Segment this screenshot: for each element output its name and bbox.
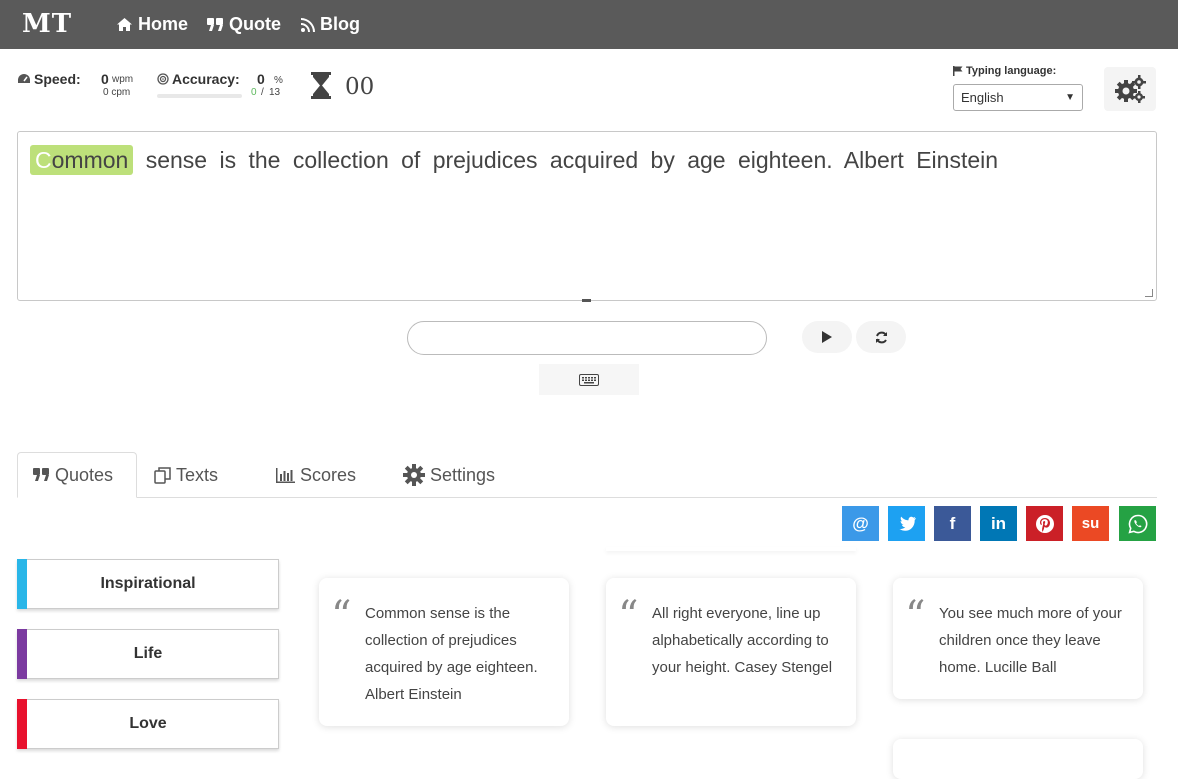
tab-settings-label: Settings xyxy=(430,464,496,485)
share-stumbleupon-button[interactable]: su xyxy=(1072,506,1109,541)
nav-blog-label: Blog xyxy=(320,14,360,34)
category-love[interactable]: Love xyxy=(17,699,279,749)
current-word-highlight: Common xyxy=(30,145,134,175)
typing-input[interactable] xyxy=(407,321,767,355)
speed-label: Speed: xyxy=(34,71,81,87)
select-caret-icon: ▼ xyxy=(1065,92,1075,103)
play-button[interactable] xyxy=(802,321,852,353)
accuracy-value: 0 xyxy=(257,71,265,87)
tab-quotes[interactable]: Quotes xyxy=(17,452,137,498)
accuracy-label: Accuracy: xyxy=(172,71,240,87)
nav-home[interactable]: Home xyxy=(116,14,188,35)
category-color-stripe xyxy=(17,559,27,609)
tab-texts[interactable]: Texts xyxy=(139,452,233,498)
bar-chart-icon xyxy=(276,467,295,483)
typing-language-label-group: Typing language: xyxy=(953,65,1056,77)
exercise-text-area: Common sense is the collection of prejud… xyxy=(17,131,1157,301)
speed-cpm: 0 cpm xyxy=(103,87,131,98)
facebook-icon: f xyxy=(949,513,956,533)
nav-quote-label: Quote xyxy=(229,14,281,34)
card-shadow-top xyxy=(606,547,856,551)
category-label: Inspirational xyxy=(100,575,196,592)
nav-quote[interactable]: Quote xyxy=(207,14,281,35)
typing-language-label: Typing language: xyxy=(966,65,1057,77)
tab-scores[interactable]: Scores xyxy=(261,452,371,498)
quote-icon xyxy=(33,468,49,481)
speed-label-group: Speed: xyxy=(17,71,81,87)
quote-mark-icon: “ xyxy=(331,593,352,639)
quote-icon xyxy=(207,17,223,31)
quote-card[interactable]: “ Common sense is the collection of prej… xyxy=(319,578,569,726)
quote-text: Common sense is the collection of prejud… xyxy=(365,605,538,703)
keyboard-toggle-button[interactable] xyxy=(539,364,639,395)
share-pinterest-button[interactable] xyxy=(1026,506,1063,541)
quote-card[interactable]: “ You see much more of your children onc… xyxy=(893,578,1143,699)
top-navbar: MT Home Quote Blog xyxy=(0,0,1178,49)
share-facebook-button[interactable]: f xyxy=(934,506,971,541)
keyboard-icon xyxy=(579,373,599,386)
flag-icon xyxy=(953,66,963,76)
language-selected-value: English xyxy=(961,90,1004,105)
twitter-icon xyxy=(899,516,916,531)
whatsapp-icon xyxy=(1127,514,1147,534)
gears-icon xyxy=(1115,75,1146,103)
quote-card[interactable] xyxy=(893,739,1143,779)
quote-text: All right everyone, line up alphabetical… xyxy=(652,605,833,676)
pinterest-icon xyxy=(1035,514,1054,533)
current-letter: C xyxy=(35,147,52,173)
quote-card[interactable]: “ All right everyone, line up alphabetic… xyxy=(606,578,856,726)
quote-mark-icon: “ xyxy=(618,593,639,639)
category-color-stripe xyxy=(17,699,27,749)
play-icon xyxy=(822,331,832,343)
gear-icon xyxy=(403,464,425,486)
target-icon xyxy=(157,73,169,85)
category-color-stripe xyxy=(17,629,27,679)
accuracy-separator: / xyxy=(261,87,264,98)
refresh-icon xyxy=(875,331,887,343)
speed-wpm-value: 0 xyxy=(101,71,109,87)
tab-texts-label: Texts xyxy=(176,464,219,485)
home-icon xyxy=(117,18,132,31)
remaining-text: sense is the collection of prejudices ac… xyxy=(133,147,999,173)
accuracy-total: 13 xyxy=(269,87,281,98)
resize-handle[interactable] xyxy=(1145,289,1153,297)
accuracy-unit: % xyxy=(274,75,283,86)
settings-gears-button[interactable] xyxy=(1104,67,1156,111)
tab-settings[interactable]: Settings xyxy=(388,452,510,498)
restart-button[interactable] xyxy=(856,321,906,353)
linkedin-icon: in xyxy=(990,513,1007,533)
speed-wpm-unit: wpm xyxy=(112,74,134,85)
rss-icon xyxy=(301,17,315,32)
accuracy-correct: 0 xyxy=(251,87,257,98)
copy-icon xyxy=(154,466,171,484)
category-label: Love xyxy=(129,715,167,732)
dashboard-icon xyxy=(18,74,30,83)
current-word-rest: ommon xyxy=(51,147,129,173)
logo[interactable]: MT xyxy=(22,9,72,39)
hourglass-icon xyxy=(311,72,331,99)
share-twitter-button[interactable] xyxy=(888,506,925,541)
email-icon: @ xyxy=(852,513,869,533)
accuracy-label-group: Accuracy: xyxy=(157,71,240,87)
drag-handle[interactable] xyxy=(582,299,591,302)
nav-blog[interactable]: Blog xyxy=(301,14,360,35)
accuracy-bar xyxy=(157,94,242,98)
tab-quotes-label: Quotes xyxy=(55,464,114,485)
timer-value: 00 xyxy=(345,74,375,100)
tab-scores-label: Scores xyxy=(300,464,357,485)
category-life[interactable]: Life xyxy=(17,629,279,679)
category-label: Life xyxy=(133,645,163,662)
language-select[interactable]: English ▼ xyxy=(953,84,1083,111)
category-inspirational[interactable]: Inspirational xyxy=(17,559,279,609)
share-linkedin-button[interactable]: in xyxy=(980,506,1017,541)
stumbleupon-icon: su xyxy=(1081,515,1100,532)
nav-home-label: Home xyxy=(138,14,189,34)
quote-text: You see much more of your children once … xyxy=(939,605,1122,676)
share-email-button[interactable]: @ xyxy=(842,506,879,541)
quote-mark-icon: “ xyxy=(905,593,926,639)
share-whatsapp-button[interactable] xyxy=(1119,506,1156,541)
